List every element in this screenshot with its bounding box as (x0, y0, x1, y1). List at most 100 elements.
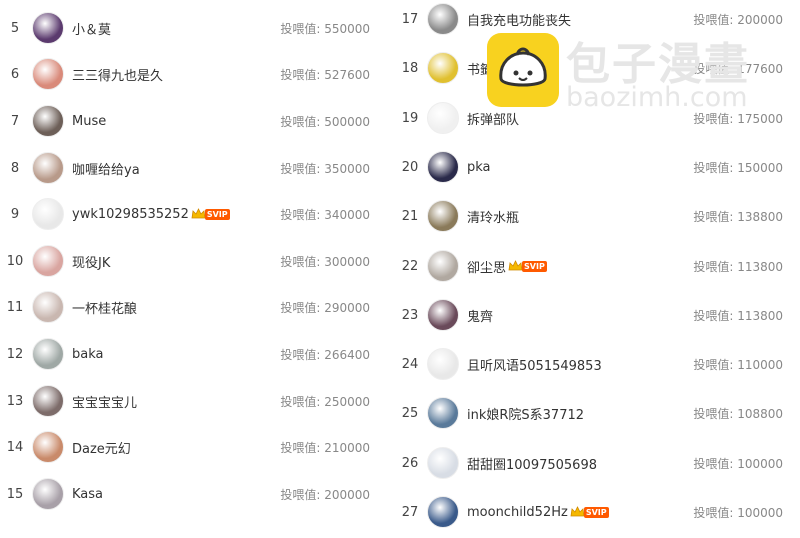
username-text: Daze元幻 (72, 441, 131, 457)
username[interactable]: 现役JK (72, 252, 110, 271)
avatar[interactable] (32, 478, 64, 510)
username[interactable]: 清玲水瓶 (467, 207, 519, 226)
rank-number: 9 (10, 206, 20, 222)
username[interactable]: baka (72, 347, 103, 362)
leaderboard-row[interactable]: 5 小＆莫 投喂值: 550000 (0, 8, 370, 48)
avatar[interactable] (32, 58, 64, 90)
username-text: 清玲水瓶 (467, 210, 520, 226)
rank-number: 14 (6, 439, 24, 455)
feed-value-number: 300000 (324, 254, 370, 269)
username[interactable]: 且听风语5051549853 (467, 355, 602, 374)
leaderboard-row[interactable]: 21 清玲水瓶 投喂值: 138800 (395, 196, 783, 236)
leaderboard-row[interactable]: 23 鬼齊 投喂值: 113800 (395, 295, 783, 335)
avatar[interactable] (427, 151, 459, 183)
username[interactable]: 卻尘思 SVIP (467, 257, 547, 276)
avatar[interactable] (32, 291, 64, 323)
crown-icon (191, 208, 206, 219)
bun-logo-icon (487, 33, 559, 107)
leaderboard-row[interactable]: 13 宝宝宝宝儿 投喂值: 250000 (0, 381, 370, 421)
leaderboard-row[interactable]: 7 Muse 投喂值: 500000 (0, 101, 370, 141)
leaderboard-row[interactable]: 10 现役JK 投喂值: 300000 (0, 241, 370, 281)
rank-number: 6 (10, 66, 20, 82)
username[interactable]: ywk10298535252 SVIP (72, 207, 230, 222)
avatar[interactable] (427, 397, 459, 429)
leaderboard-row[interactable]: 25 ink娘R院S系37712 投喂值: 108800 (395, 393, 783, 433)
username[interactable]: Daze元幻 (72, 438, 131, 457)
username-text: ywk10298535252 (72, 206, 189, 222)
avatar[interactable] (32, 198, 64, 230)
username[interactable]: 拆弹部队 (467, 109, 519, 128)
feed-value-number: 138800 (737, 209, 783, 224)
username-text: 自我充电功能丧失 (467, 13, 572, 29)
leaderboard-row[interactable]: 24 且听风语5051549853 投喂值: 110000 (395, 344, 783, 384)
leaderboard-row[interactable]: 26 甜甜圈10097505698 投喂值: 100000 (395, 443, 783, 483)
rank-number: 19 (401, 110, 419, 126)
avatar[interactable] (32, 338, 64, 370)
username[interactable]: ink娘R院S系37712 (467, 404, 584, 423)
leaderboard-row[interactable]: 15 Kasa 投喂值: 200000 (0, 474, 370, 514)
username[interactable]: 甜甜圈10097505698 (467, 454, 597, 473)
username[interactable]: pka (467, 160, 491, 175)
avatar[interactable] (32, 105, 64, 137)
avatar[interactable] (427, 496, 459, 528)
avatar[interactable] (32, 385, 64, 417)
avatar[interactable] (32, 431, 64, 463)
crown-icon (508, 260, 523, 271)
leaderboard-row[interactable]: 14 Daze元幻 投喂值: 210000 (0, 427, 370, 467)
feed-value: 投喂值: 290000 (280, 299, 370, 316)
crown-icon (570, 506, 585, 517)
leaderboard-row[interactable]: 20 pka 投喂值: 150000 (395, 147, 783, 187)
feed-value-label: 投喂值: (693, 456, 734, 471)
avatar[interactable] (32, 245, 64, 277)
rank-number: 20 (401, 159, 419, 175)
rank-number: 18 (401, 60, 419, 76)
username[interactable]: 咖喱给给ya (72, 159, 140, 178)
feed-value-label: 投喂值: (693, 160, 734, 175)
username-text: Kasa (72, 486, 104, 502)
svip-label: SVIP (522, 260, 547, 272)
feed-value: 投喂值: 100000 (693, 504, 783, 521)
username[interactable]: Muse (72, 114, 106, 129)
avatar[interactable] (427, 348, 459, 380)
rank-number: 23 (401, 307, 419, 323)
feed-value: 投喂值: 550000 (280, 20, 370, 37)
username[interactable]: 宝宝宝宝儿 (72, 392, 137, 411)
leaderboard-row[interactable]: 8 咖喱给给ya 投喂值: 350000 (0, 148, 370, 188)
username[interactable]: 三三得九也是久 (72, 65, 163, 84)
leaderboard-row[interactable]: 11 一杯桂花酿 投喂值: 290000 (0, 287, 370, 327)
feed-value-label: 投喂值: (693, 209, 734, 224)
feed-value-label: 投喂值: (280, 347, 321, 362)
avatar[interactable] (427, 250, 459, 282)
leaderboard-row[interactable]: 27 moonchild52Hz SVIP 投喂值: 100000 (395, 492, 783, 532)
svip-badge: SVIP (508, 259, 547, 273)
avatar[interactable] (427, 102, 459, 134)
avatar[interactable] (32, 152, 64, 184)
username-text: 小＆莫 (72, 22, 112, 38)
avatar[interactable] (427, 200, 459, 232)
leaderboard-row[interactable]: 22 卻尘思 SVIP 投喂值: 113800 (395, 246, 783, 286)
feed-value: 投喂值: 100000 (693, 455, 783, 472)
avatar[interactable] (427, 299, 459, 331)
feed-value-number: 110000 (737, 357, 783, 372)
username[interactable]: 小＆莫 (72, 19, 111, 38)
feed-value: 投喂值: 500000 (280, 113, 370, 130)
rank-number: 25 (401, 405, 419, 421)
leaderboard-row[interactable]: 12 baka 投喂值: 266400 (0, 334, 370, 374)
username-text: 甜甜圈10097505698 (467, 457, 597, 473)
username[interactable]: moonchild52Hz SVIP (467, 505, 609, 520)
avatar[interactable] (427, 447, 459, 479)
username[interactable]: 自我充电功能丧失 (467, 10, 571, 29)
avatar[interactable] (427, 3, 459, 35)
leaderboard-row[interactable]: 6 三三得九也是久 投喂值: 527600 (0, 54, 370, 94)
feed-value-number: 500000 (324, 114, 370, 129)
username[interactable]: 一杯桂花酿 (72, 298, 137, 317)
username[interactable]: 鬼齊 (467, 306, 493, 325)
feed-value: 投喂值: 340000 (280, 206, 370, 223)
username[interactable]: Kasa (72, 487, 103, 502)
rank-number: 22 (401, 258, 419, 274)
leaderboard-row[interactable]: 9 ywk10298535252 SVIP 投喂值: 340000 (0, 194, 370, 234)
username-text: baka (72, 346, 104, 362)
username-text: 鬼齊 (467, 309, 494, 325)
avatar[interactable] (427, 52, 459, 84)
avatar[interactable] (32, 12, 64, 44)
